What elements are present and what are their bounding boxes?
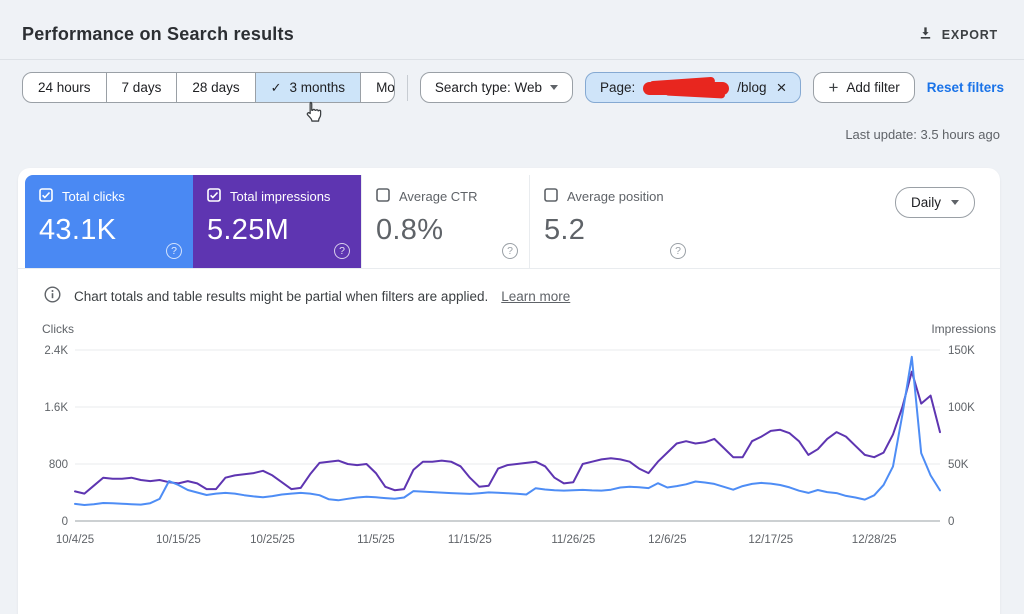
interval-dropdown[interactable]: Daily — [894, 187, 975, 218]
range-28-days[interactable]: 28 days — [176, 73, 254, 102]
add-filter-button[interactable]: + Add filter — [813, 72, 915, 103]
svg-text:10/15/25: 10/15/25 — [156, 534, 201, 546]
svg-text:150K: 150K — [948, 345, 975, 357]
svg-text:11/5/25: 11/5/25 — [357, 534, 395, 546]
close-icon[interactable]: × — [775, 79, 787, 96]
notice-text: Chart totals and table results might be … — [74, 288, 489, 304]
chevron-down-icon — [549, 85, 558, 90]
checkbox-checked-icon[interactable] — [207, 188, 221, 205]
range-more-dropdown[interactable]: More — [360, 73, 394, 102]
last-update-text: Last update: 3.5 hours ago — [845, 127, 1000, 142]
export-button[interactable]: EXPORT — [918, 25, 998, 44]
svg-text:12/6/25: 12/6/25 — [648, 534, 686, 546]
checkbox-checked-icon[interactable] — [39, 188, 53, 205]
reset-filters-link[interactable]: Reset filters — [927, 80, 1004, 95]
svg-text:Impressions: Impressions — [931, 322, 996, 336]
line-chart-svg[interactable]: 0 0 800 50K 1.6K 100K 2.4K 150K Clicks Impression… — [18, 320, 1000, 558]
total-clicks-card[interactable]: Total clicks 43.1K ? — [25, 175, 193, 268]
metric-label: Total impressions — [230, 189, 331, 204]
checkbox-unchecked-icon[interactable] — [544, 188, 558, 205]
average-position-card[interactable]: Average position 5.2 ? — [529, 175, 697, 268]
help-icon[interactable]: ? — [670, 243, 686, 259]
average-ctr-card[interactable]: Average CTR 0.8% ? — [361, 175, 529, 268]
svg-text:10/4/25: 10/4/25 — [56, 534, 94, 546]
range-7-days[interactable]: 7 days — [105, 73, 177, 102]
metric-label: Average CTR — [399, 189, 478, 204]
help-icon[interactable]: ? — [334, 243, 350, 259]
metric-value: 5.2 — [544, 214, 586, 246]
svg-text:10/25/25: 10/25/25 — [250, 534, 295, 546]
redacted-url — [643, 82, 730, 95]
search-type-chip[interactable]: Search type: Web — [419, 72, 573, 103]
metric-label: Average position — [567, 189, 664, 204]
page-filter-chip[interactable]: Page: /blog × — [584, 72, 802, 103]
checkmark-icon: ✓ — [270, 80, 282, 95]
metric-value: 0.8% — [376, 214, 444, 246]
date-range-segmented-control: 24 hours 7 days 28 days ✓ 3 months More — [22, 72, 396, 103]
svg-text:100K: 100K — [948, 402, 975, 414]
svg-text:Clicks: Clicks — [42, 322, 74, 336]
partial-data-notice: Chart totals and table results might be … — [18, 269, 1000, 306]
filter-bar: 24 hours 7 days 28 days ✓ 3 months More … — [0, 60, 1024, 113]
info-icon — [44, 286, 61, 306]
chevron-down-icon — [951, 200, 959, 205]
svg-text:11/26/25: 11/26/25 — [551, 534, 595, 546]
svg-text:1.6K: 1.6K — [44, 402, 68, 414]
total-impressions-card[interactable]: Total impressions 5.25M ? — [193, 175, 361, 268]
page-header: Performance on Search results EXPORT — [0, 0, 1024, 59]
svg-text:12/17/25: 12/17/25 — [748, 534, 793, 546]
checkbox-unchecked-icon[interactable] — [376, 188, 390, 205]
filter-separator — [407, 74, 408, 101]
metric-value: 5.25M — [207, 214, 290, 246]
performance-panel: Total clicks 43.1K ? Total impressions 5… — [18, 168, 1000, 614]
metric-value: 43.1K — [39, 214, 117, 246]
page-title: Performance on Search results — [22, 24, 294, 44]
svg-text:2.4K: 2.4K — [44, 345, 68, 357]
range-24-hours[interactable]: 24 hours — [23, 73, 106, 102]
svg-text:50K: 50K — [948, 459, 969, 471]
learn-more-link[interactable]: Learn more — [501, 289, 570, 304]
svg-text:11/15/25: 11/15/25 — [448, 534, 492, 546]
metric-label: Total clicks — [62, 189, 125, 204]
svg-text:800: 800 — [49, 459, 68, 471]
interval-selector-area: Daily — [697, 175, 993, 268]
svg-text:0: 0 — [948, 516, 954, 528]
metric-cards-row: Total clicks 43.1K ? Total impressions 5… — [18, 168, 1000, 269]
range-3-months[interactable]: ✓ 3 months — [254, 73, 361, 102]
plus-icon: + — [828, 78, 839, 97]
svg-text:0: 0 — [62, 516, 68, 528]
help-icon[interactable]: ? — [502, 243, 518, 259]
help-icon[interactable]: ? — [166, 243, 182, 259]
svg-text:12/28/25: 12/28/25 — [852, 534, 897, 546]
performance-chart[interactable]: 0 0 800 50K 1.6K 100K 2.4K 150K Clicks Impression… — [18, 306, 1000, 563]
download-icon — [918, 25, 933, 44]
export-label: EXPORT — [941, 27, 998, 42]
